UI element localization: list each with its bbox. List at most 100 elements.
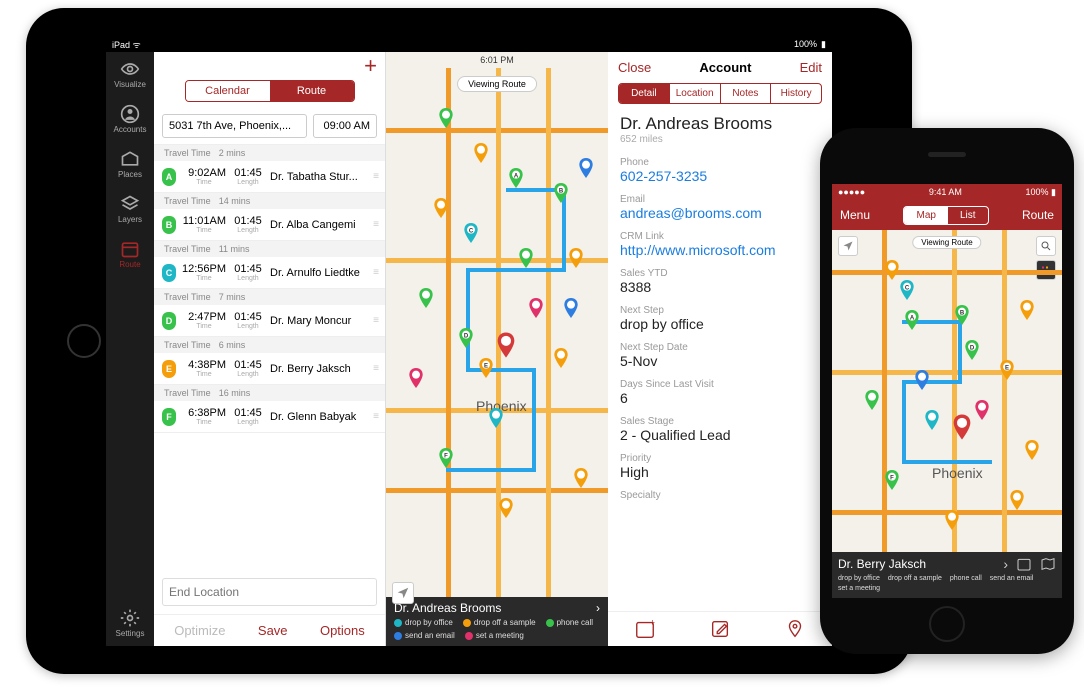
map-pin-icon[interactable] — [578, 158, 594, 178]
route-stop-row[interactable]: E4:38PMTime01:45LengthDr. Berry Jaksch≡ — [154, 353, 385, 385]
field-value[interactable]: andreas@brooms.com — [620, 205, 820, 221]
drag-handle-icon[interactable]: ≡ — [373, 267, 377, 278]
map-pin-icon[interactable]: F — [884, 470, 900, 490]
viewing-route-chip[interactable]: Viewing Route — [457, 76, 537, 92]
sidebar-item-settings[interactable]: Settings — [106, 601, 154, 646]
map-pin-icon[interactable] — [553, 348, 569, 368]
save-button[interactable]: Save — [258, 623, 288, 638]
chevron-right-icon[interactable]: › — [1003, 556, 1008, 572]
tab-list[interactable]: List — [948, 207, 988, 224]
route-stop-row[interactable]: C12:56PMTime01:45LengthDr. Arnulfo Liedt… — [154, 257, 385, 289]
iphone-map-canvas[interactable]: Viewing Route Phoenix ABCDEF — [832, 230, 1062, 552]
map-pin-icon[interactable] — [1009, 490, 1025, 510]
map-pin-icon[interactable] — [408, 368, 424, 388]
map-pin-icon[interactable] — [498, 498, 514, 518]
viewing-route-chip[interactable]: Viewing Route — [912, 236, 981, 249]
map-pin-icon[interactable]: B — [553, 183, 569, 203]
add-to-calendar-icon[interactable] — [1016, 556, 1032, 572]
map-pin-icon[interactable] — [1019, 300, 1035, 320]
route-stop-row[interactable]: F6:38PMTime01:45LengthDr. Glenn Babyak≡ — [154, 401, 385, 433]
map-pin-icon[interactable]: B — [954, 305, 970, 325]
map-pin-icon[interactable]: E — [478, 358, 494, 378]
map-pin-icon[interactable] — [418, 288, 434, 308]
close-button[interactable]: Close — [618, 60, 651, 75]
map-pin-icon[interactable] — [438, 108, 454, 128]
sidebar-item-accounts[interactable]: Accounts — [106, 97, 154, 142]
locate-account-icon[interactable] — [784, 618, 806, 640]
menu-button[interactable]: Menu — [840, 208, 870, 222]
map-pin-icon[interactable] — [864, 390, 880, 410]
chevron-right-icon[interactable]: › — [596, 601, 600, 615]
sidebar-item-places[interactable]: Places — [106, 142, 154, 187]
locate-me-button[interactable] — [838, 236, 858, 256]
ipad-home-button[interactable] — [67, 324, 101, 358]
iphone-home-button[interactable] — [929, 606, 965, 642]
drag-handle-icon[interactable]: ≡ — [373, 363, 377, 374]
optimize-button[interactable]: Optimize — [174, 623, 225, 638]
places-icon — [120, 150, 140, 168]
selected-account-name[interactable]: Dr. Berry Jaksch — [838, 557, 926, 571]
map-pin-icon[interactable]: A — [904, 310, 920, 330]
compose-note-icon[interactable] — [709, 618, 731, 640]
tab-location[interactable]: Location — [670, 84, 721, 103]
map-pin-icon[interactable]: C — [463, 223, 479, 243]
map-pin-icon[interactable] — [563, 298, 579, 318]
route-stop-row[interactable]: B11:01AMTime01:45LengthDr. Alba Cangemi≡ — [154, 209, 385, 241]
map-pin-icon[interactable]: D — [964, 340, 980, 360]
route-stop-row[interactable]: D2:47PMTime01:45LengthDr. Mary Moncur≡ — [154, 305, 385, 337]
start-address-input[interactable] — [162, 114, 307, 138]
map-canvas[interactable]: Phoenix ABCDEF — [386, 68, 608, 597]
map-pin-icon[interactable]: D — [458, 328, 474, 348]
add-stop-button[interactable]: + — [364, 58, 377, 76]
tab-history[interactable]: History — [771, 84, 821, 103]
map-pin-icon[interactable] — [528, 298, 544, 318]
map-pin-icon[interactable] — [974, 400, 990, 420]
route-button[interactable]: Route — [1022, 208, 1054, 222]
drag-handle-icon[interactable]: ≡ — [373, 411, 377, 422]
start-time-input[interactable] — [313, 114, 377, 138]
tab-notes[interactable]: Notes — [721, 84, 772, 103]
map-pin-icon[interactable] — [1024, 440, 1040, 460]
map-pin-icon[interactable] — [518, 248, 534, 268]
edit-button[interactable]: Edit — [800, 60, 822, 75]
drag-handle-icon[interactable]: ≡ — [373, 315, 377, 326]
map-pin-icon[interactable] — [944, 510, 960, 530]
map-pin-icon[interactable]: E — [999, 360, 1015, 380]
selected-pin-icon[interactable] — [496, 332, 516, 358]
tab-map[interactable]: Map — [904, 207, 947, 224]
sidebar-item-layers[interactable]: Layers — [106, 187, 154, 232]
map-pin-icon[interactable] — [573, 468, 589, 488]
map-pin-icon[interactable]: C — [899, 280, 915, 300]
legend-item: drop off a sample — [888, 575, 942, 582]
map-pin-icon[interactable] — [433, 198, 449, 218]
map-pin-icon[interactable] — [924, 410, 940, 430]
end-location-input[interactable] — [162, 578, 377, 606]
add-to-calendar-icon[interactable]: + — [634, 618, 656, 640]
drag-handle-icon[interactable]: ≡ — [373, 171, 377, 182]
locate-me-button[interactable] — [392, 582, 414, 604]
field-value[interactable]: http://www.microsoft.com — [620, 242, 820, 258]
drag-handle-icon[interactable]: ≡ — [373, 219, 377, 230]
field-value[interactable]: 602-257-3235 — [620, 168, 820, 184]
map-fold-icon[interactable] — [1040, 556, 1056, 572]
calendar-route-segmented[interactable]: Calendar Route — [185, 80, 355, 102]
options-button[interactable]: Options — [320, 623, 365, 638]
map-list-segmented[interactable]: Map List — [903, 206, 988, 225]
map-pin-icon[interactable] — [568, 248, 584, 268]
tab-calendar[interactable]: Calendar — [186, 81, 270, 101]
map-pin-icon[interactable] — [473, 143, 489, 163]
map-pin-icon[interactable] — [884, 260, 900, 280]
status-device: iPad ᯤ — [112, 38, 141, 51]
map-pin-icon[interactable] — [914, 370, 930, 390]
account-tabs[interactable]: Detail Location Notes History — [618, 83, 822, 104]
route-stop-row[interactable]: A9:02AMTime01:45LengthDr. Tabatha Stur..… — [154, 161, 385, 193]
map-pin-icon[interactable] — [488, 408, 504, 428]
sidebar-item-route[interactable]: Route — [106, 232, 154, 277]
selected-pin-icon[interactable] — [952, 414, 972, 440]
tab-detail[interactable]: Detail — [619, 84, 670, 103]
sidebar-item-visualize[interactable]: Visualize — [106, 52, 154, 97]
search-button[interactable] — [1036, 236, 1056, 256]
map-pin-icon[interactable]: F — [438, 448, 454, 468]
map-pin-icon[interactable]: A — [508, 168, 524, 188]
tab-route[interactable]: Route — [270, 81, 354, 101]
